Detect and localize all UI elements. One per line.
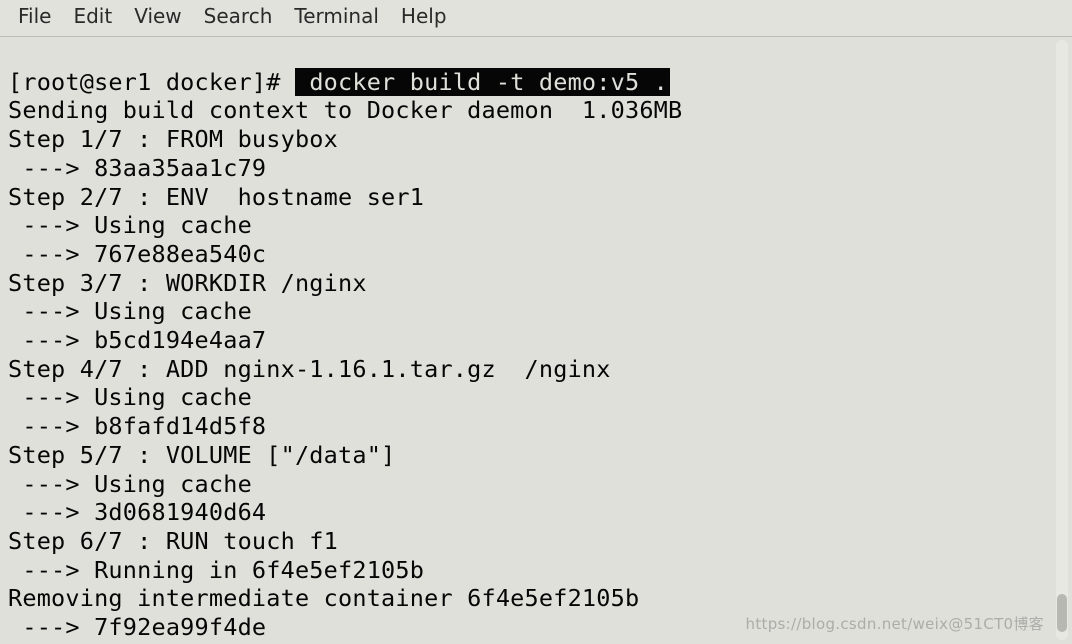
output-line: Step 2/7 : ENV hostname ser1: [8, 183, 424, 211]
output-line: Step 5/7 : VOLUME ["/data"]: [8, 441, 395, 469]
output-line: ---> b5cd194e4aa7: [8, 326, 266, 354]
scrollbar-track[interactable]: [1056, 40, 1068, 640]
menu-view[interactable]: View: [134, 4, 181, 28]
output-line: ---> Using cache: [8, 383, 252, 411]
output-line: Step 4/7 : ADD nginx-1.16.1.tar.gz /ngin…: [8, 355, 611, 383]
output-line: ---> Using cache: [8, 297, 252, 325]
output-line: ---> Using cache: [8, 211, 252, 239]
terminal-window: File Edit View Search Terminal Help [roo…: [0, 0, 1072, 644]
scrollbar-thumb[interactable]: [1057, 594, 1067, 632]
prompt: [root@ser1 docker]#: [8, 68, 295, 96]
output-line: ---> Running in 6f4e5ef2105b: [8, 556, 424, 584]
menu-edit[interactable]: Edit: [73, 4, 112, 28]
menu-file[interactable]: File: [18, 4, 51, 28]
output-line: Removing intermediate container 6f4e5ef2…: [8, 584, 639, 612]
output-line: ---> 3d0681940d64: [8, 498, 266, 526]
output-line: ---> 7f92ea99f4de: [8, 613, 266, 641]
terminal-output[interactable]: [root@ser1 docker]# docker build -t demo…: [0, 37, 1072, 644]
output-line: Step 3/7 : WORKDIR /nginx: [8, 269, 367, 297]
output-line: ---> 767e88ea540c: [8, 240, 266, 268]
menu-search[interactable]: Search: [204, 4, 273, 28]
output-line: Sending build context to Docker daemon 1…: [8, 96, 682, 124]
entered-command: docker build -t demo:v5 .: [295, 68, 670, 96]
menubar: File Edit View Search Terminal Help: [0, 0, 1072, 37]
output-line: ---> Using cache: [8, 470, 252, 498]
output-line: Step 6/7 : RUN touch f1: [8, 527, 338, 555]
menu-terminal[interactable]: Terminal: [294, 4, 379, 28]
output-line: ---> b8fafd14d5f8: [8, 412, 266, 440]
output-line: Step 1/7 : FROM busybox: [8, 125, 338, 153]
menu-help[interactable]: Help: [401, 4, 447, 28]
output-line: ---> 83aa35aa1c79: [8, 154, 266, 182]
watermark: https://blog.csdn.net/weix@51CT0博客: [746, 613, 1044, 634]
